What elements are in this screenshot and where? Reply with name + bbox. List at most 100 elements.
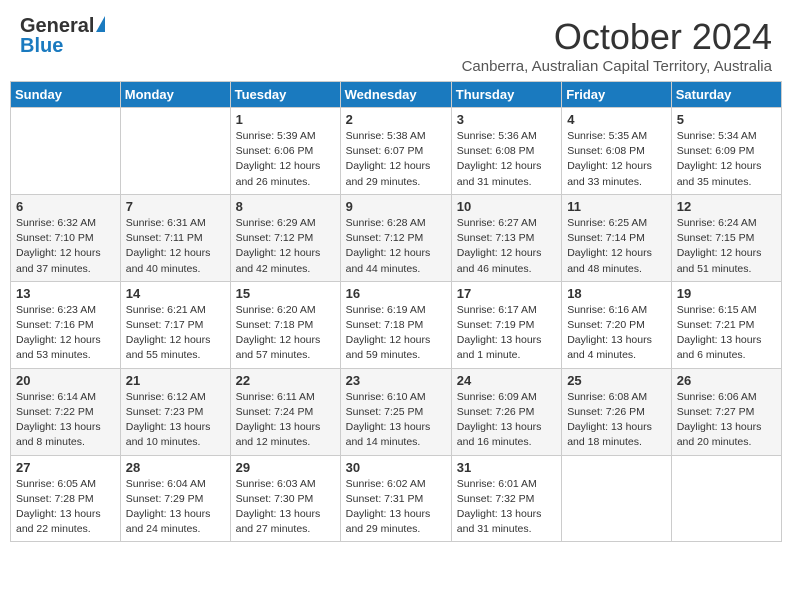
calendar-cell: 15 Sunrise: 6:20 AM Sunset: 7:18 PM Dayli… bbox=[230, 281, 340, 368]
day-number: 19 bbox=[677, 286, 776, 301]
day-number: 7 bbox=[126, 199, 225, 214]
day-sun-info: Sunrise: 6:16 AM Sunset: 7:20 PM Dayligh… bbox=[567, 303, 666, 364]
day-number: 27 bbox=[16, 460, 115, 475]
day-number: 21 bbox=[126, 373, 225, 388]
day-number: 13 bbox=[16, 286, 115, 301]
title-block: October 2024 Canberra, Australian Capita… bbox=[462, 16, 772, 75]
day-sun-info: Sunrise: 5:38 AM Sunset: 6:07 PM Dayligh… bbox=[346, 129, 446, 190]
day-sun-info: Sunrise: 6:28 AM Sunset: 7:12 PM Dayligh… bbox=[346, 216, 446, 277]
day-sun-info: Sunrise: 6:17 AM Sunset: 7:19 PM Dayligh… bbox=[457, 303, 556, 364]
day-sun-info: Sunrise: 6:21 AM Sunset: 7:17 PM Dayligh… bbox=[126, 303, 225, 364]
day-number: 11 bbox=[567, 199, 666, 214]
calendar-cell: 20 Sunrise: 6:14 AM Sunset: 7:22 PM Dayli… bbox=[11, 368, 121, 455]
day-sun-info: Sunrise: 6:01 AM Sunset: 7:32 PM Dayligh… bbox=[457, 477, 556, 538]
day-sun-info: Sunrise: 6:20 AM Sunset: 7:18 PM Dayligh… bbox=[236, 303, 335, 364]
day-number: 4 bbox=[567, 112, 666, 127]
calendar-cell: 16Sunrise: 6:19 AM Sunset: 7:18 PM Dayli… bbox=[340, 281, 451, 368]
day-sun-info: Sunrise: 6:19 AM Sunset: 7:18 PM Dayligh… bbox=[346, 303, 446, 364]
day-of-week-thursday: Thursday bbox=[451, 82, 561, 108]
day-sun-info: Sunrise: 6:11 AM Sunset: 7:24 PM Dayligh… bbox=[236, 390, 335, 451]
calendar-cell: 26Sunrise: 6:06 AM Sunset: 7:27 PM Dayli… bbox=[671, 368, 781, 455]
logo-general-text: General bbox=[20, 16, 94, 36]
day-number: 25 bbox=[567, 373, 666, 388]
calendar-cell: 1 Sunrise: 5:39 AM Sunset: 6:06 PM Daylig… bbox=[230, 108, 340, 195]
day-sun-info: Sunrise: 6:09 AM Sunset: 7:26 PM Dayligh… bbox=[457, 390, 556, 451]
day-number: 3 bbox=[457, 112, 556, 127]
calendar-cell bbox=[562, 455, 672, 542]
calendar-cell: 11 Sunrise: 6:25 AM Sunset: 7:14 PM Dayli… bbox=[562, 194, 672, 281]
calendar-cell: 6Sunrise: 6:32 AM Sunset: 7:10 PM Daylig… bbox=[11, 194, 121, 281]
calendar-cell: 10 Sunrise: 6:27 AM Sunset: 7:13 PM Dayli… bbox=[451, 194, 561, 281]
day-of-week-sunday: Sunday bbox=[11, 82, 121, 108]
day-sun-info: Sunrise: 6:15 AM Sunset: 7:21 PM Dayligh… bbox=[677, 303, 776, 364]
calendar-cell: 12Sunrise: 6:24 AM Sunset: 7:15 PM Dayli… bbox=[671, 194, 781, 281]
calendar-cell: 13Sunrise: 6:23 AM Sunset: 7:16 PM Dayli… bbox=[11, 281, 121, 368]
calendar-cell bbox=[11, 108, 121, 195]
calendar-table: SundayMondayTuesdayWednesdayThursdayFrid… bbox=[10, 81, 782, 542]
logo-triangle-icon bbox=[96, 16, 105, 32]
day-sun-info: Sunrise: 5:34 AM Sunset: 6:09 PM Dayligh… bbox=[677, 129, 776, 190]
day-sun-info: Sunrise: 6:03 AM Sunset: 7:30 PM Dayligh… bbox=[236, 477, 335, 538]
day-sun-info: Sunrise: 5:39 AM Sunset: 6:06 PM Dayligh… bbox=[236, 129, 335, 190]
day-sun-info: Sunrise: 6:12 AM Sunset: 7:23 PM Dayligh… bbox=[126, 390, 225, 451]
day-number: 29 bbox=[236, 460, 335, 475]
day-sun-info: Sunrise: 6:10 AM Sunset: 7:25 PM Dayligh… bbox=[346, 390, 446, 451]
day-of-week-monday: Monday bbox=[120, 82, 230, 108]
day-sun-info: Sunrise: 6:02 AM Sunset: 7:31 PM Dayligh… bbox=[346, 477, 446, 538]
calendar-cell: 25 Sunrise: 6:08 AM Sunset: 7:26 PM Dayli… bbox=[562, 368, 672, 455]
month-year-title: October 2024 bbox=[462, 16, 772, 58]
calendar-cell: 7 Sunrise: 6:31 AM Sunset: 7:11 PM Daylig… bbox=[120, 194, 230, 281]
logo-blue-text: Blue bbox=[20, 35, 63, 57]
calendar-cell: 17Sunrise: 6:17 AM Sunset: 7:19 PM Dayli… bbox=[451, 281, 561, 368]
day-number: 15 bbox=[236, 286, 335, 301]
day-sun-info: Sunrise: 6:31 AM Sunset: 7:11 PM Dayligh… bbox=[126, 216, 225, 277]
day-number: 18 bbox=[567, 286, 666, 301]
day-number: 30 bbox=[346, 460, 446, 475]
day-number: 1 bbox=[236, 112, 335, 127]
day-number: 31 bbox=[457, 460, 556, 475]
day-of-week-wednesday: Wednesday bbox=[340, 82, 451, 108]
calendar-cell: 3Sunrise: 5:36 AM Sunset: 6:08 PM Daylig… bbox=[451, 108, 561, 195]
day-number: 8 bbox=[236, 199, 335, 214]
calendar-cell: 22 Sunrise: 6:11 AM Sunset: 7:24 PM Dayli… bbox=[230, 368, 340, 455]
calendar-cell: 18 Sunrise: 6:16 AM Sunset: 7:20 PM Dayli… bbox=[562, 281, 672, 368]
calendar-week-row: 1 Sunrise: 5:39 AM Sunset: 6:06 PM Daylig… bbox=[11, 108, 782, 195]
page-header: General Blue October 2024 Canberra, Aust… bbox=[10, 10, 782, 75]
calendar-cell: 27Sunrise: 6:05 AM Sunset: 7:28 PM Dayli… bbox=[11, 455, 121, 542]
calendar-header-row: SundayMondayTuesdayWednesdayThursdayFrid… bbox=[11, 82, 782, 108]
day-sun-info: Sunrise: 6:08 AM Sunset: 7:26 PM Dayligh… bbox=[567, 390, 666, 451]
day-sun-info: Sunrise: 6:06 AM Sunset: 7:27 PM Dayligh… bbox=[677, 390, 776, 451]
day-of-week-friday: Friday bbox=[562, 82, 672, 108]
day-number: 24 bbox=[457, 373, 556, 388]
day-number: 5 bbox=[677, 112, 776, 127]
calendar-cell: 24 Sunrise: 6:09 AM Sunset: 7:26 PM Dayli… bbox=[451, 368, 561, 455]
calendar-cell: 31 Sunrise: 6:01 AM Sunset: 7:32 PM Dayli… bbox=[451, 455, 561, 542]
calendar-week-row: 13Sunrise: 6:23 AM Sunset: 7:16 PM Dayli… bbox=[11, 281, 782, 368]
calendar-week-row: 6Sunrise: 6:32 AM Sunset: 7:10 PM Daylig… bbox=[11, 194, 782, 281]
day-number: 9 bbox=[346, 199, 446, 214]
calendar-cell: 4 Sunrise: 5:35 AM Sunset: 6:08 PM Daylig… bbox=[562, 108, 672, 195]
day-number: 28 bbox=[126, 460, 225, 475]
day-number: 6 bbox=[16, 199, 115, 214]
day-number: 20 bbox=[16, 373, 115, 388]
calendar-cell: 19 Sunrise: 6:15 AM Sunset: 7:21 PM Dayli… bbox=[671, 281, 781, 368]
calendar-cell: 28 Sunrise: 6:04 AM Sunset: 7:29 PM Dayli… bbox=[120, 455, 230, 542]
day-sun-info: Sunrise: 6:14 AM Sunset: 7:22 PM Dayligh… bbox=[16, 390, 115, 451]
day-number: 22 bbox=[236, 373, 335, 388]
calendar-cell: 5 Sunrise: 5:34 AM Sunset: 6:09 PM Daylig… bbox=[671, 108, 781, 195]
day-sun-info: Sunrise: 6:27 AM Sunset: 7:13 PM Dayligh… bbox=[457, 216, 556, 277]
day-sun-info: Sunrise: 5:35 AM Sunset: 6:08 PM Dayligh… bbox=[567, 129, 666, 190]
day-sun-info: Sunrise: 6:04 AM Sunset: 7:29 PM Dayligh… bbox=[126, 477, 225, 538]
calendar-cell: 2 Sunrise: 5:38 AM Sunset: 6:07 PM Daylig… bbox=[340, 108, 451, 195]
day-number: 2 bbox=[346, 112, 446, 127]
day-number: 12 bbox=[677, 199, 776, 214]
day-sun-info: Sunrise: 6:29 AM Sunset: 7:12 PM Dayligh… bbox=[236, 216, 335, 277]
calendar-cell bbox=[671, 455, 781, 542]
location-subtitle: Canberra, Australian Capital Territory, … bbox=[462, 58, 772, 75]
day-number: 23 bbox=[346, 373, 446, 388]
calendar-cell bbox=[120, 108, 230, 195]
calendar-cell: 14Sunrise: 6:21 AM Sunset: 7:17 PM Dayli… bbox=[120, 281, 230, 368]
day-number: 10 bbox=[457, 199, 556, 214]
day-sun-info: Sunrise: 6:25 AM Sunset: 7:14 PM Dayligh… bbox=[567, 216, 666, 277]
calendar-cell: 30 Sunrise: 6:02 AM Sunset: 7:31 PM Dayli… bbox=[340, 455, 451, 542]
